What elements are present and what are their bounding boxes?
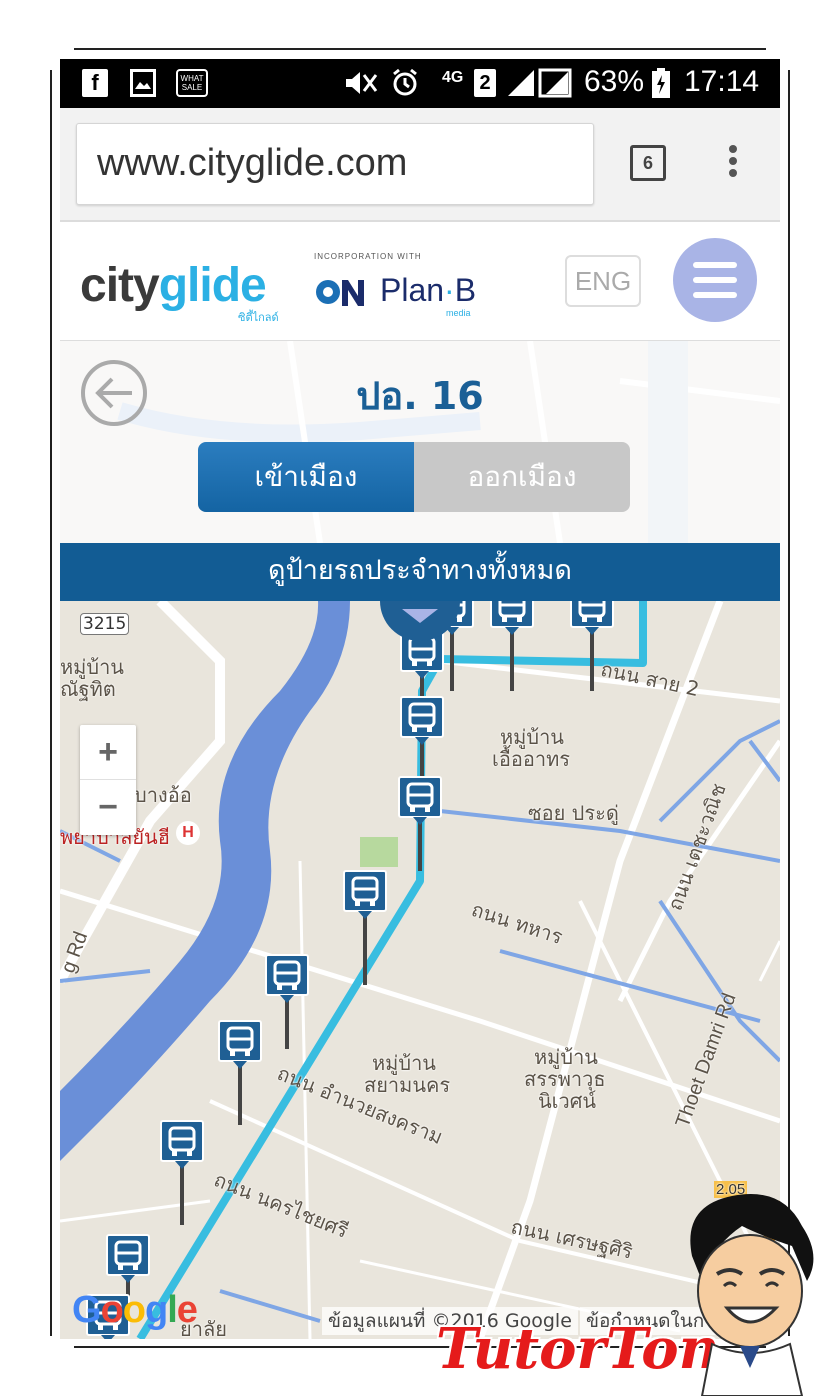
- bus-stop-marker-icon[interactable]: [490, 601, 534, 691]
- logo-thai-text: ซิตี้ไกลด์: [238, 311, 279, 324]
- map-label: นิเวศน์: [538, 1089, 597, 1113]
- google-logo: Google: [72, 1289, 198, 1332]
- google-letter: g: [145, 1289, 168, 1331]
- map-label: ณัฐทิต: [60, 677, 116, 701]
- hamburger-bar-icon: [693, 262, 737, 268]
- frame-right-line: [788, 70, 790, 1336]
- hamburger-bar-icon: [693, 292, 737, 298]
- route-title: ปอ. 16: [356, 374, 484, 418]
- sale-badge-top: WHAT: [180, 74, 204, 83]
- menu-dot-icon: [729, 169, 737, 177]
- planb-name: Plan: [380, 272, 445, 308]
- battery-percent: 63%: [584, 65, 645, 98]
- status-bar: f WHAT SALE 4G 2 63% 17:14: [60, 59, 780, 108]
- sale-badge-bottom: SALE: [181, 83, 203, 92]
- image-notification-icon: [130, 69, 156, 97]
- google-letter: o: [122, 1289, 146, 1331]
- bus-stop-marker-icon[interactable]: [343, 870, 387, 985]
- map-label: ซอย ประดู่: [528, 801, 619, 825]
- network-type: 4G: [442, 69, 464, 86]
- google-letter: G: [72, 1289, 102, 1331]
- partner-caption: INCORPORATION WITH: [314, 252, 422, 261]
- on-logo-icon: [314, 274, 366, 312]
- all-stops-link[interactable]: ดูป้ายรถประจำทางทั้งหมด: [60, 543, 780, 601]
- sale-app-icon: WHAT SALE: [176, 69, 208, 97]
- bus-stop-marker-icon[interactable]: [160, 1120, 204, 1225]
- tab-inbound[interactable]: เข้าเมือง: [198, 442, 414, 512]
- planb-logo: Plan·B: [380, 272, 477, 308]
- cityglide-logo[interactable]: cityglide: [80, 258, 267, 313]
- frame-top-line: [74, 48, 766, 50]
- url-text[interactable]: www.cityglide.com: [97, 142, 407, 185]
- hamburger-menu-button[interactable]: [673, 238, 757, 322]
- phone-screen: f WHAT SALE 4G 2 63% 17:14 www.cityglide.…: [60, 59, 780, 1339]
- map-label: เอื้ออาทร: [492, 747, 571, 771]
- hamburger-bar-icon: [693, 277, 737, 283]
- browser-toolbar: www.cityglide.com 6: [60, 108, 780, 222]
- map-label-road-number: 3215: [80, 613, 130, 635]
- facebook-notification-icon: f: [82, 69, 108, 97]
- google-letter: l: [167, 1289, 178, 1331]
- zoom-in-button[interactable]: +: [80, 725, 136, 780]
- battery-icon: [650, 68, 672, 98]
- site-header: cityglide ซิตี้ไกลด์ INCORPORATION WITH …: [60, 222, 780, 341]
- signal-icon: [506, 68, 576, 98]
- bus-stop-marker-icon[interactable]: [398, 776, 442, 871]
- sim-number: 2: [479, 71, 491, 94]
- tab-switcher-button[interactable]: 6: [630, 145, 666, 181]
- alarm-icon: [390, 68, 420, 97]
- logo-city-text: city: [80, 259, 160, 312]
- language-button[interactable]: ENG: [565, 255, 641, 307]
- tab-outbound[interactable]: ออกเมือง: [414, 442, 630, 512]
- menu-dot-icon: [729, 145, 737, 153]
- google-letter: e: [176, 1289, 198, 1331]
- sim-indicator: 2: [474, 69, 496, 97]
- google-letter: o: [100, 1289, 124, 1331]
- mascot-cartoon-icon: [690, 1194, 814, 1396]
- menu-dot-icon: [729, 157, 737, 165]
- park-area: [360, 837, 398, 867]
- direction-toggle: เข้าเมือง ออกเมือง: [198, 442, 630, 512]
- bus-stop-marker-icon[interactable]: [400, 630, 444, 705]
- hospital-marker-icon[interactable]: H: [176, 821, 200, 845]
- bus-stop-marker-icon[interactable]: [400, 696, 444, 781]
- frame-left-line: [50, 70, 52, 1336]
- planb-media-text: media: [446, 308, 471, 318]
- zoom-control: + −: [80, 725, 136, 835]
- route-header: ปอ. 16 เข้าเมือง ออกเมือง: [60, 341, 780, 543]
- current-stop-pointer[interactable]: [380, 601, 460, 641]
- planb-letter: B: [454, 272, 477, 308]
- zoom-out-button[interactable]: −: [80, 780, 136, 834]
- mute-icon: [342, 69, 378, 97]
- map-label: บางอ้อ: [134, 783, 192, 807]
- logo-glide-text: glide: [158, 259, 267, 312]
- url-bar[interactable]: www.cityglide.com: [76, 123, 594, 205]
- browser-menu-button[interactable]: [728, 145, 738, 181]
- clock: 17:14: [684, 65, 760, 98]
